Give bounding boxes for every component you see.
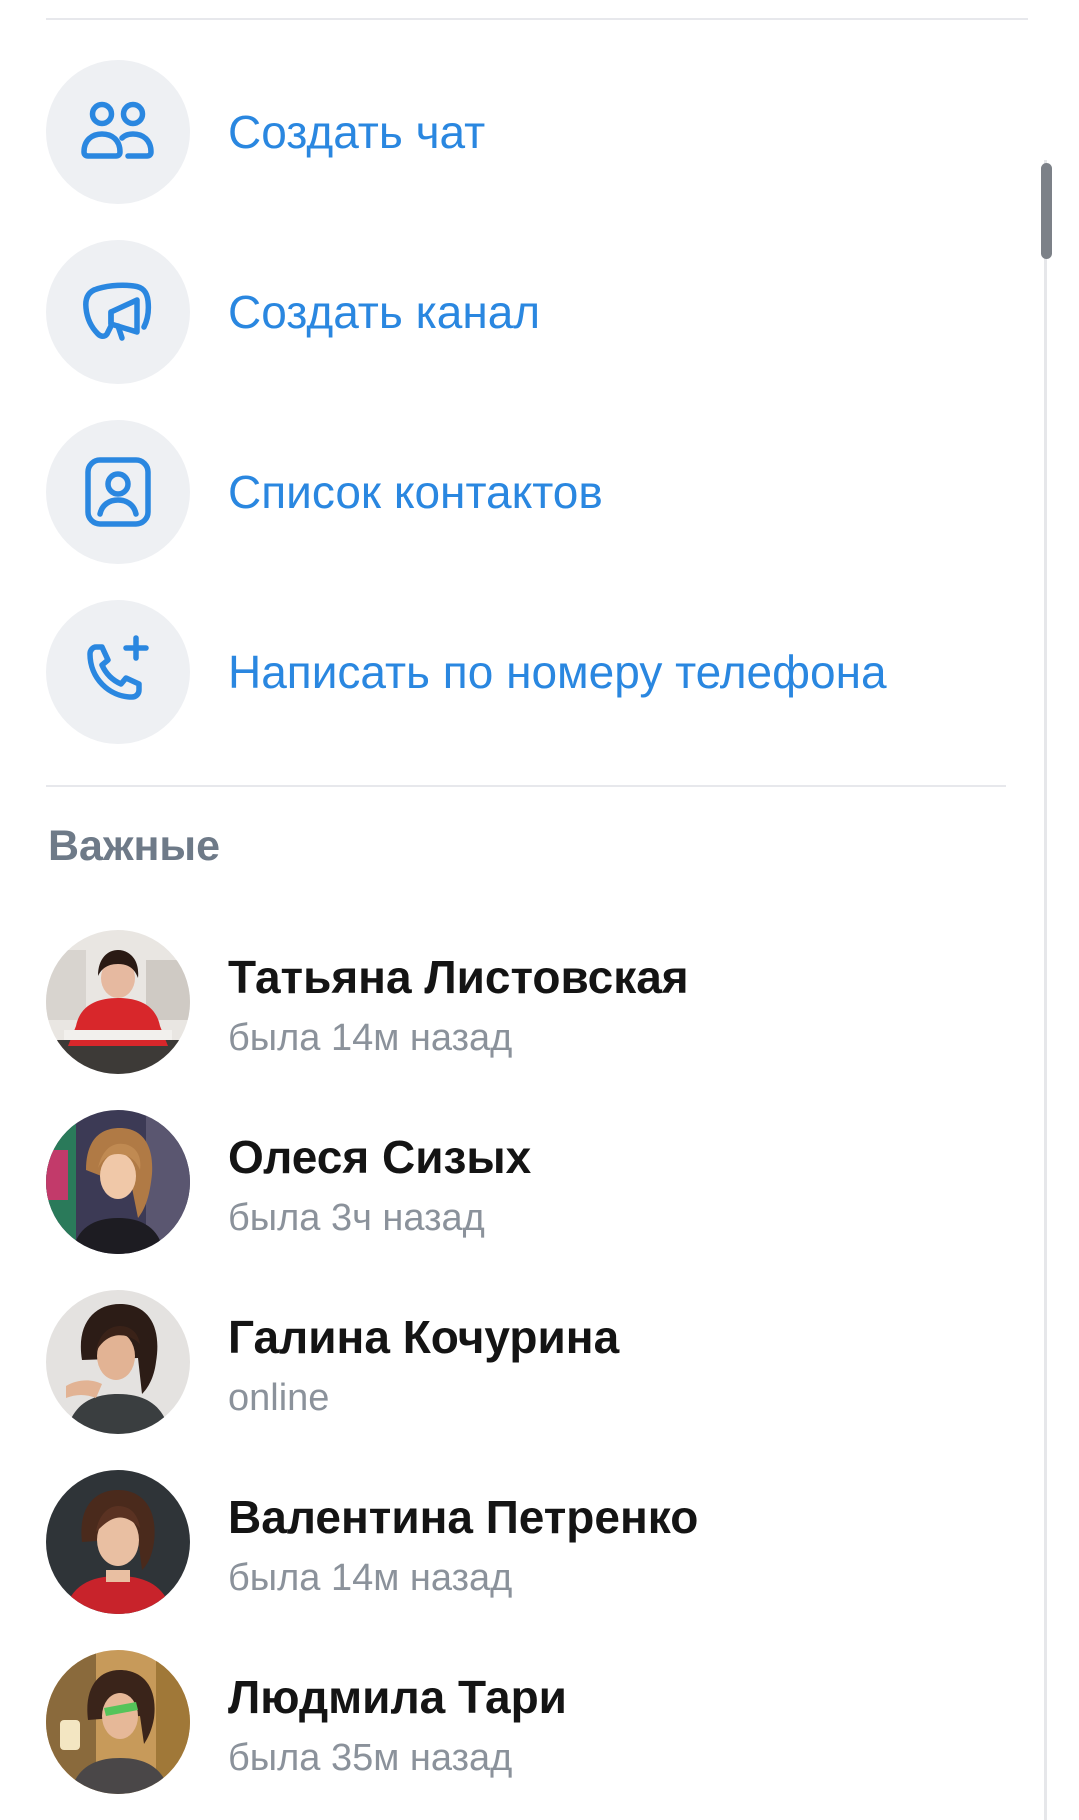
contact-row[interactable]: Валентина Петренко была 14м назад [0, 1470, 1040, 1650]
contact-row[interactable]: Олеся Сизых была 3ч назад [0, 1110, 1040, 1290]
contact-status: была 14м назад [228, 1017, 513, 1059]
scrollbar-track[interactable] [1044, 160, 1047, 1820]
scrollbar-thumb[interactable] [1041, 163, 1052, 259]
contact-name: Татьяна Листовская [228, 951, 689, 1003]
phone-add-icon [46, 600, 190, 744]
important-contacts-list: Татьяна Листовская была 14м назад Олеся … [0, 930, 1040, 1820]
create-chat-label: Создать чат [228, 106, 486, 158]
avatar [46, 1290, 190, 1434]
contact-name: Олеся Сизых [228, 1131, 532, 1183]
avatar [46, 1110, 190, 1254]
contact-name: Людмила Тари [228, 1671, 567, 1723]
contact-name: Галина Кочурина [228, 1311, 620, 1363]
new-message-screen: Создать чат Создать канал Список контакт… [0, 0, 1079, 1820]
contact-status: была 35м назад [228, 1737, 513, 1779]
contact-row[interactable]: Галина Кочурина online [0, 1290, 1040, 1470]
create-chat-button[interactable]: Создать чат [0, 60, 1040, 240]
contact-status: была 3ч назад [228, 1197, 485, 1239]
create-channel-label: Создать канал [228, 286, 541, 338]
avatar [46, 930, 190, 1074]
megaphone-icon [46, 240, 190, 384]
write-by-phone-label: Написать по номеру телефона [228, 646, 887, 698]
contact-card-icon [46, 420, 190, 564]
section-divider [46, 785, 1006, 787]
people-icon [46, 60, 190, 204]
top-divider [46, 18, 1028, 20]
action-list: Создать чат Создать канал Список контакт… [0, 60, 1040, 780]
contact-row[interactable]: Людмила Тари была 35м назад [0, 1650, 1040, 1820]
contact-name: Валентина Петренко [228, 1491, 699, 1543]
contacts-list-button[interactable]: Список контактов [0, 420, 1040, 600]
contacts-list-label: Список контактов [228, 466, 603, 518]
avatar [46, 1650, 190, 1794]
avatar [46, 1470, 190, 1614]
write-by-phone-button[interactable]: Написать по номеру телефона [0, 600, 1040, 780]
create-channel-button[interactable]: Создать канал [0, 240, 1040, 420]
contact-row[interactable]: Татьяна Листовская была 14м назад [0, 930, 1040, 1110]
contact-status: была 14м назад [228, 1557, 513, 1599]
section-title-important: Важные [48, 822, 221, 870]
contact-status: online [228, 1377, 330, 1419]
